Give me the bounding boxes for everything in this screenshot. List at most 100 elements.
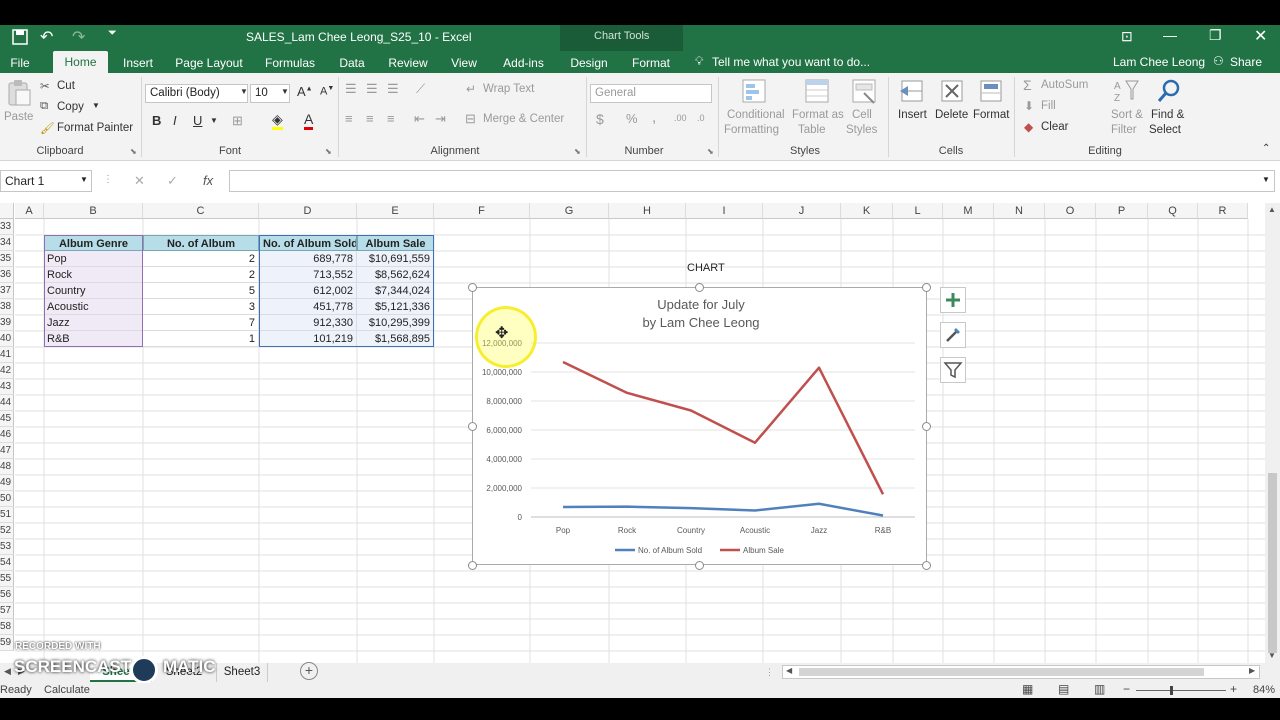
column-header-q[interactable]: Q	[1148, 203, 1198, 219]
table-cell[interactable]: 2	[143, 267, 259, 283]
row-header-55[interactable]: 55	[0, 571, 14, 587]
redo-icon[interactable]: ↷	[72, 27, 85, 47]
header-no-of-album-sold[interactable]: No. of Album Sold	[259, 235, 357, 251]
paste-button[interactable]: Paste	[4, 111, 33, 123]
row-header-56[interactable]: 56	[0, 587, 14, 603]
column-header-c[interactable]: C	[143, 203, 259, 219]
table-cell[interactable]: 2	[143, 251, 259, 267]
share-icon[interactable]: ⚇	[1213, 54, 1224, 68]
minimize-icon[interactable]: —	[1163, 27, 1177, 43]
normal-view-icon[interactable]: ▦	[1022, 682, 1033, 696]
decrease-font-icon[interactable]: A▼	[320, 85, 334, 98]
legend-label[interactable]: Album Sale	[743, 546, 784, 555]
tab-design[interactable]: Design	[566, 54, 612, 73]
column-header-n[interactable]: N	[994, 203, 1045, 219]
collapse-ribbon-icon[interactable]: ⌃	[1262, 143, 1270, 154]
font-family-dropdown-icon[interactable]: ▼	[240, 87, 248, 96]
format-cells-button[interactable]: Format	[973, 109, 1009, 121]
resize-handle[interactable]	[695, 283, 704, 292]
italic-button[interactable]: I	[173, 113, 177, 128]
share-button[interactable]: Share	[1230, 55, 1262, 69]
decrease-decimal-icon[interactable]: .0	[697, 113, 705, 123]
align-right-icon[interactable]: ≡	[387, 111, 395, 126]
row-header-35[interactable]: 35	[0, 251, 14, 267]
fill-color-icon[interactable]: ◈	[272, 111, 283, 130]
column-header-f[interactable]: F	[434, 203, 530, 219]
page-break-view-icon[interactable]: ▥	[1094, 682, 1105, 696]
insert-cells-button[interactable]: Insert	[898, 109, 927, 121]
table-cell[interactable]: 713,552	[259, 267, 357, 283]
cancel-formula-icon[interactable]: ✕	[134, 173, 145, 189]
resize-handle[interactable]	[468, 283, 477, 292]
table-cell[interactable]: R&B	[44, 331, 143, 347]
table-cell[interactable]: Jazz	[44, 315, 143, 331]
scroll-right-icon[interactable]: ▶	[1249, 666, 1255, 675]
table-cell[interactable]: 101,219	[259, 331, 357, 347]
font-family-select[interactable]: Calibri (Body)	[145, 84, 248, 103]
column-header-a[interactable]: A	[15, 203, 44, 219]
row-header-53[interactable]: 53	[0, 539, 14, 555]
tab-home[interactable]: Home	[53, 51, 108, 73]
column-header-l[interactable]: L	[893, 203, 943, 219]
align-left-icon[interactable]: ≡	[345, 111, 353, 126]
tab-file[interactable]: File	[4, 54, 36, 73]
scroll-down-icon[interactable]: ▼	[1268, 651, 1276, 660]
scroll-up-icon[interactable]: ▲	[1268, 205, 1276, 214]
column-header-p[interactable]: P	[1096, 203, 1148, 219]
tab-formulas[interactable]: Formulas	[260, 54, 320, 73]
font-launcher-icon[interactable]: ⬊	[325, 147, 332, 156]
new-sheet-button[interactable]: +	[300, 662, 318, 680]
name-box-dropdown-icon[interactable]: ▼	[80, 175, 88, 184]
header-album-sale[interactable]: Album Sale	[357, 235, 434, 251]
resize-handle[interactable]	[468, 561, 477, 570]
delete-cells-button[interactable]: Delete	[935, 109, 968, 121]
table-cell[interactable]: 5	[143, 283, 259, 299]
wrap-text-button[interactable]: Wrap Text	[483, 83, 534, 95]
tab-format[interactable]: Format	[627, 54, 675, 73]
row-header-43[interactable]: 43	[0, 379, 14, 395]
chart-series[interactable]	[562, 360, 885, 517]
copy-button[interactable]: Copy	[57, 101, 84, 113]
column-header-r[interactable]: R	[1198, 203, 1248, 219]
zoom-out-icon[interactable]: −	[1123, 682, 1130, 696]
resize-handle[interactable]	[922, 283, 931, 292]
row-header-33[interactable]: 33	[0, 219, 14, 235]
formula-input[interactable]	[229, 170, 1275, 192]
name-box[interactable]: Chart 1	[0, 170, 92, 192]
row-header-57[interactable]: 57	[0, 603, 14, 619]
cell-styles-button[interactable]: Cell	[852, 109, 872, 121]
series-line-1[interactable]	[562, 360, 885, 495]
sort-filter-button-line2[interactable]: Filter	[1111, 124, 1137, 136]
row-header-42[interactable]: 42	[0, 363, 14, 379]
table-cell[interactable]: 612,002	[259, 283, 357, 299]
increase-decimal-icon[interactable]: .00	[674, 113, 687, 123]
format-as-table-button[interactable]: Format as	[792, 109, 844, 121]
clear-button[interactable]: Clear	[1041, 121, 1068, 133]
save-icon[interactable]	[12, 29, 28, 48]
autosum-button[interactable]: AutoSum	[1041, 79, 1088, 91]
chart-styles-button[interactable]	[940, 322, 966, 348]
column-header-e[interactable]: E	[357, 203, 434, 219]
chart-legend[interactable]: No. of Album Sold Album Sale	[615, 546, 784, 555]
sort-filter-button[interactable]: Sort &	[1111, 109, 1143, 121]
table-cell[interactable]: 7	[143, 315, 259, 331]
column-header-k[interactable]: K	[841, 203, 893, 219]
tab-data[interactable]: Data	[335, 54, 369, 73]
horizontal-scrollbar[interactable]: ◀ ▶	[782, 665, 1260, 679]
row-header-40[interactable]: 40	[0, 331, 14, 347]
tab-page-layout[interactable]: Page Layout	[172, 54, 246, 73]
alignment-launcher-icon[interactable]: ⬊	[574, 147, 581, 156]
number-format-select[interactable]: General	[590, 84, 712, 103]
column-header-i[interactable]: I	[686, 203, 763, 219]
resize-handle[interactable]	[695, 561, 704, 570]
page-layout-view-icon[interactable]: ▤	[1058, 682, 1069, 696]
row-header-47[interactable]: 47	[0, 443, 14, 459]
borders-icon[interactable]: ⊞	[232, 113, 243, 129]
font-color-icon[interactable]: A	[304, 111, 314, 130]
format-as-table-button-line2[interactable]: Table	[798, 124, 826, 136]
merge-center-button[interactable]: Merge & Center	[483, 113, 564, 125]
cut-button[interactable]: Cut	[57, 80, 75, 92]
header-no-of-album[interactable]: No. of Album	[143, 235, 259, 251]
restore-icon[interactable]: ❐	[1209, 27, 1222, 44]
bottom-align-icon[interactable]: ☰	[387, 81, 399, 97]
